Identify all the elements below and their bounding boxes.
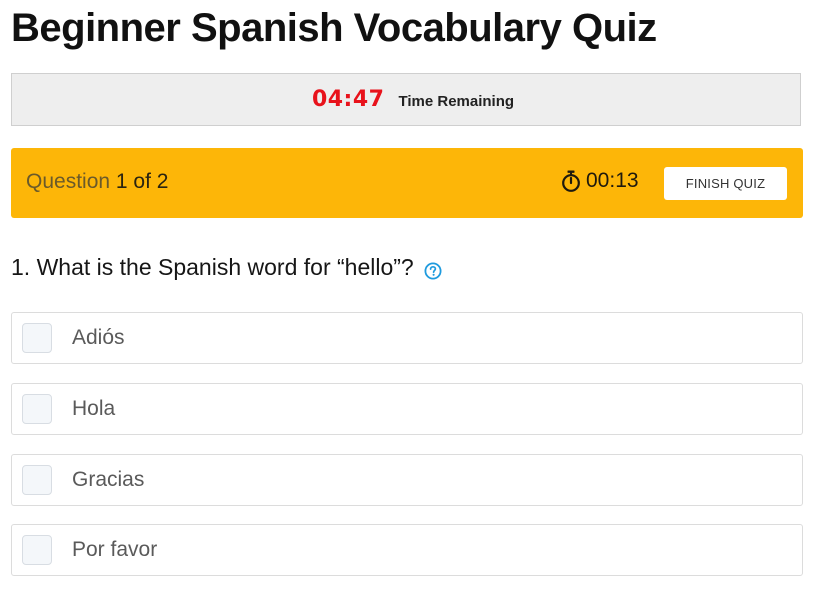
answer-option-label: Gracias	[72, 468, 145, 491]
question-header-bar: Question 1 of 2 00:13 FINISH QUIZ	[11, 148, 803, 218]
answer-checkbox[interactable]	[22, 323, 52, 353]
time-remaining-value: 04:47	[311, 87, 385, 112]
answer-checkbox[interactable]	[22, 535, 52, 565]
help-circle-icon[interactable]	[424, 259, 442, 279]
question-text: 1. What is the Spanish word for “hello”?	[11, 254, 414, 280]
page-title: Beginner Spanish Vocabulary Quiz	[11, 6, 657, 50]
answer-option[interactable]: Por favor	[11, 524, 803, 576]
question-elapsed-timer: 00:13	[561, 169, 639, 193]
question-counter: Question 1 of 2	[26, 170, 168, 194]
answer-option[interactable]: Adiós	[11, 312, 803, 364]
answer-option[interactable]: Gracias	[11, 454, 803, 506]
question-elapsed-value: 00:13	[586, 169, 639, 192]
answer-checkbox[interactable]	[22, 394, 52, 424]
answer-checkbox[interactable]	[22, 465, 52, 495]
question-prompt: 1. What is the Spanish word for “hello”?	[11, 254, 442, 281]
question-counter-value: 1 of 2	[115, 170, 169, 193]
answer-option-label: Por favor	[72, 538, 158, 561]
answer-option[interactable]: Hola	[11, 383, 803, 435]
quiz-timer-bar: 04:47 Time Remaining	[11, 73, 801, 126]
time-remaining-label: Time Remaining	[398, 92, 515, 110]
question-counter-prefix: Question	[26, 170, 111, 193]
answer-option-label: Hola	[72, 397, 116, 420]
stopwatch-icon	[561, 170, 581, 192]
finish-quiz-button[interactable]: FINISH QUIZ	[664, 167, 787, 200]
answer-option-label: Adiós	[72, 326, 125, 349]
